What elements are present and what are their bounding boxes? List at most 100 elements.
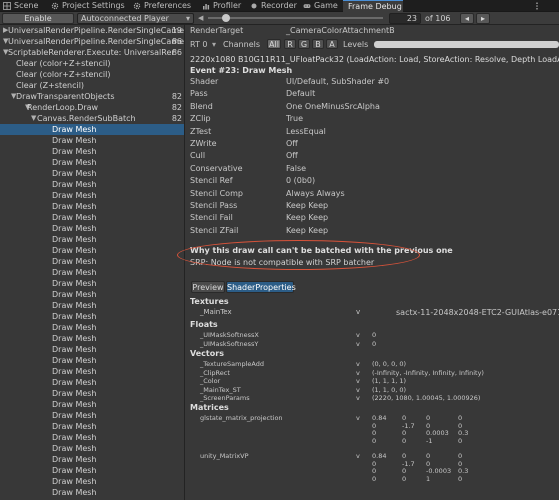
tab-label: Frame Debug [348,2,402,11]
tree-row[interactable]: Draw Mesh [0,476,184,487]
vector-name: _ClipRect [200,368,230,377]
property-key: Pass [190,89,208,99]
matrix-cell: 0 [458,436,463,445]
tree-row[interactable]: Draw Mesh [0,190,184,201]
tree-row[interactable]: Draw Mesh [0,201,184,212]
tree-row[interactable]: Draw Mesh [0,234,184,245]
tree-row[interactable]: Draw Mesh [0,157,184,168]
tab-scene[interactable]: Scene [0,0,42,12]
levels-range-slider[interactable] [374,41,559,48]
tree-row[interactable]: Draw Mesh [0,212,184,223]
matrix-stage: v [356,414,360,422]
tab-shader-properties[interactable]: ShaderProperties [226,281,296,293]
tree-row[interactable]: Clear (color+Z+stencil) [0,58,184,69]
frame-number-input[interactable]: 23 [389,13,421,24]
kebab-menu-icon[interactable] [533,2,541,10]
tree-row[interactable]: Draw Mesh [0,421,184,432]
grid-icon [3,2,11,10]
tab-profiler[interactable]: Profiler [199,0,245,12]
property-key: ZClip [190,114,211,124]
tree-row[interactable]: ▼ Canvas.RenderSubBatch 82 [0,113,184,124]
chevron-left-icon: ◂ [464,14,469,23]
tree-row[interactable]: Draw Mesh [0,289,184,300]
tree-row[interactable]: Draw Mesh [0,377,184,388]
tree-row[interactable]: Draw Mesh [0,388,184,399]
tree-row[interactable]: Draw Mesh [0,311,184,322]
channel-g-button[interactable]: G [298,39,310,49]
tree-row[interactable]: Draw Mesh [0,278,184,289]
tree-row-label: Draw Mesh [52,180,97,189]
tree-row[interactable]: Draw Mesh [0,179,184,190]
tree-row[interactable]: ▼ UniversalRenderPipeline.RenderSingleCam… [0,36,184,47]
tree-row[interactable]: ▼ RenderLoop.Draw 82 [0,102,184,113]
tree-row[interactable]: Draw Mesh [0,124,184,135]
channel-all-button[interactable]: All [267,39,281,49]
tree-row[interactable]: Clear (color+Z+stencil) [0,69,184,80]
tab-recorder[interactable]: Recorder [247,0,297,12]
tree-row[interactable]: Draw Mesh [0,399,184,410]
vector-name: _ScreenParams [200,394,250,403]
tab-preferences[interactable]: Preferences [130,0,192,12]
property-key: Shader [190,77,219,86]
tree-row[interactable]: Draw Mesh [0,366,184,377]
tree-row[interactable]: Draw Mesh [0,333,184,344]
frame-slider-thumb[interactable] [222,14,231,22]
rt-selector[interactable]: RT 0 [190,40,208,49]
chevron-left-icon[interactable]: ◀ [198,13,205,23]
matrix-cell: 0 [402,474,407,483]
floats-heading: Floats [190,320,218,329]
frame-slider-track[interactable] [208,14,383,22]
tree-row[interactable]: Draw Mesh [0,256,184,267]
levels-label: Levels [343,40,369,49]
tree-row-label: Draw Mesh [52,411,97,420]
tab-project-settings[interactable]: Project Settings [48,0,126,12]
tree-row[interactable]: Draw Mesh [0,300,184,311]
tree-row-label: Draw Mesh [52,488,97,497]
tree-row[interactable]: Draw Mesh [0,223,184,234]
property-value: Off [286,151,298,161]
tree-row-label: Draw Mesh [52,301,97,310]
enable-button[interactable]: Enable [2,13,74,24]
property-key: ZWrite [190,139,217,148]
tree-row[interactable]: ▼ ScriptableRenderer.Execute: UniversalRe… [0,47,184,58]
prev-frame-button[interactable]: ◂ [460,13,474,24]
tree-row[interactable]: ▶ UniversalRenderPipeline.RenderSingleCam… [0,25,184,36]
tree-row[interactable]: Draw Mesh [0,245,184,256]
tree-row[interactable]: Draw Mesh [0,146,184,157]
next-frame-button[interactable]: ▸ [476,13,490,24]
channel-r-button[interactable]: R [284,39,296,49]
tree-row[interactable]: Draw Mesh [0,487,184,498]
tree-row[interactable]: Clear (Z+stencil) [0,80,184,91]
channel-b-button[interactable]: B [312,39,324,49]
tree-row-label: UniversalRenderPipeline.RenderSingleCame [8,37,184,46]
player-dropdown[interactable]: Autoconnected Player ▾ [77,13,194,24]
channel-a-button[interactable]: A [326,39,338,49]
frame-total-label: of 106 [425,14,451,23]
tab-preview[interactable]: Preview [191,281,225,293]
property-key: Blend [190,101,213,111]
vector-stage: v [356,368,360,377]
tree-row[interactable]: Draw Mesh [0,344,184,355]
tab-frame-debug[interactable]: Frame Debug [343,0,403,12]
tab-game[interactable]: Game [300,0,340,12]
tree-row-label: Clear (color+Z+stencil) [16,59,111,68]
matrix-cell: 0 [372,474,377,483]
tree-row[interactable]: Draw Mesh [0,410,184,421]
tree-row[interactable]: Draw Mesh [0,168,184,179]
tree-row[interactable]: Draw Mesh [0,135,184,146]
tree-row[interactable]: Draw Mesh [0,454,184,465]
texture-value[interactable]: sactx-11-2048x2048-ETC2-GUIAtlas-e071dc [396,308,559,317]
tab-label: Project Settings [62,1,125,10]
matrix-name: unity_MatrixVP [200,452,249,460]
tree-row[interactable]: Draw Mesh [0,355,184,366]
matrices-heading: Matrices [190,403,229,412]
tree-row[interactable]: Draw Mesh [0,465,184,476]
tree-row[interactable]: Draw Mesh [0,267,184,278]
tree-row-label: Draw Mesh [52,323,97,332]
tree-row[interactable]: Draw Mesh [0,322,184,333]
tree-row[interactable]: ▼ DrawTransparentObjects 82 [0,91,184,102]
property-key: Stencil Pass [190,201,238,210]
vector-stage: v [356,377,360,386]
tree-row[interactable]: Draw Mesh [0,432,184,443]
tree-row[interactable]: Draw Mesh [0,443,184,454]
